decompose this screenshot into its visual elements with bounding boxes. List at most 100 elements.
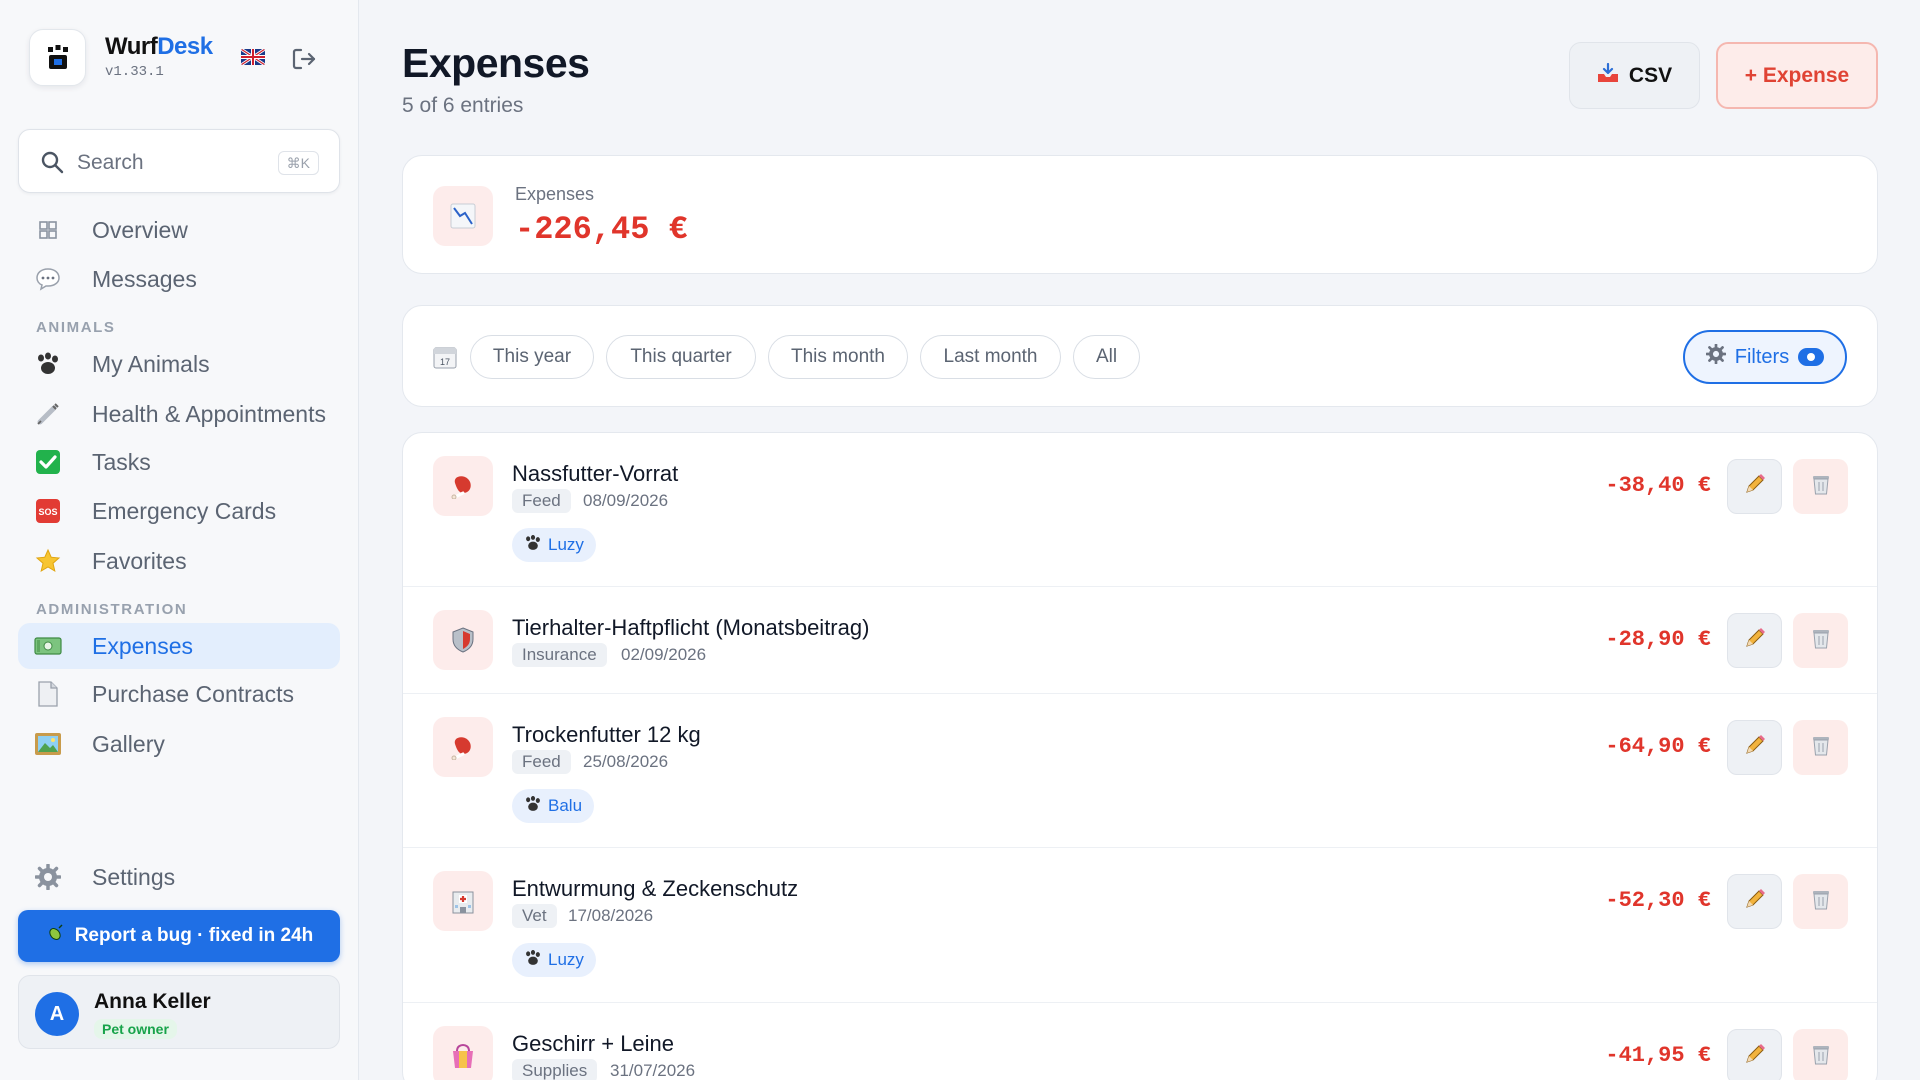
category-badge: Feed xyxy=(512,750,571,774)
expense-row[interactable]: Trockenfutter 12 kg Feed 25/08/2026 Balu… xyxy=(403,694,1877,848)
user-name: Anna Keller xyxy=(94,990,211,1013)
csv-export-button[interactable]: CSV xyxy=(1569,42,1700,109)
delete-button[interactable] xyxy=(1793,1029,1848,1080)
filters-toggle-button[interactable]: Filters xyxy=(1683,330,1847,384)
sidebar-item-tasks[interactable]: Tasks xyxy=(18,439,340,485)
pet-tag[interactable]: Balu xyxy=(512,789,595,823)
app-name: WurfDesk xyxy=(105,33,213,60)
expense-list: Nassfutter-Vorrat Feed 08/09/2026 Luzy -… xyxy=(402,432,1878,1080)
category-badge: Vet xyxy=(512,904,557,928)
grid-icon xyxy=(34,216,62,244)
pet-name: Luzy xyxy=(548,950,584,969)
pencil-icon xyxy=(1744,1043,1766,1070)
expense-date: 17/08/2026 xyxy=(568,906,654,925)
app-logo-icon[interactable] xyxy=(29,29,86,86)
trash-icon xyxy=(1811,888,1831,915)
summary-total: -226,45 € xyxy=(515,211,688,248)
trash-icon xyxy=(1811,627,1831,654)
category-badge: Feed xyxy=(512,489,571,513)
sidebar-item-label: Messages xyxy=(92,265,197,292)
expense-date: 25/08/2026 xyxy=(583,752,669,771)
section-label-animals: ANIMALS xyxy=(36,319,116,336)
edit-button[interactable] xyxy=(1727,720,1782,775)
edit-button[interactable] xyxy=(1727,459,1782,514)
chart-down-icon xyxy=(433,186,493,246)
expense-row[interactable]: Tierhalter-Haftpflicht (Monatsbeitrag) I… xyxy=(403,587,1877,694)
sidebar-item-gallery[interactable]: Gallery xyxy=(18,721,340,767)
picture-icon xyxy=(34,730,62,758)
sidebar-item-label: Overview xyxy=(92,216,188,243)
expense-row[interactable]: Entwurmung & Zeckenschutz Vet 17/08/2026… xyxy=(403,848,1877,1003)
uk-flag-icon[interactable] xyxy=(241,49,265,65)
shield-icon xyxy=(433,610,493,670)
expense-amount: -64,90 € xyxy=(1605,734,1711,759)
sidebar-item-contracts[interactable]: Purchase Contracts xyxy=(18,671,340,717)
filter-this-quarter[interactable]: This quarter xyxy=(606,335,756,379)
pencil-icon xyxy=(1744,888,1766,915)
edit-button[interactable] xyxy=(1727,1029,1782,1080)
shopping-bag-icon xyxy=(433,1026,493,1080)
filters-label: Filters xyxy=(1734,345,1790,368)
sidebar-item-label: Health & Appointments xyxy=(92,400,326,427)
category-badge: Insurance xyxy=(512,643,607,667)
sidebar-item-emergency[interactable]: SOS Emergency Cards xyxy=(18,488,340,534)
pet-name: Balu xyxy=(548,796,583,815)
filter-last-month[interactable]: Last month xyxy=(920,335,1061,379)
report-bug-label: Report a bug · fixed in 24h xyxy=(74,925,314,946)
calendar-icon: 17 xyxy=(433,345,457,369)
expense-row[interactable]: Nassfutter-Vorrat Feed 08/09/2026 Luzy -… xyxy=(403,433,1877,587)
delete-button[interactable] xyxy=(1793,874,1848,929)
logout-icon[interactable] xyxy=(290,45,318,73)
gear-icon xyxy=(34,863,62,891)
speech-bubble-icon xyxy=(34,265,62,293)
avatar: A xyxy=(35,992,79,1036)
pet-tag[interactable]: Luzy xyxy=(512,943,596,977)
app-version: v1.33.1 xyxy=(105,64,164,80)
filter-this-month[interactable]: This month xyxy=(768,335,908,379)
sidebar-item-label: Emergency Cards xyxy=(92,497,277,524)
expense-amount: -38,40 € xyxy=(1605,473,1711,498)
sidebar-item-settings[interactable]: Settings xyxy=(18,854,340,900)
summary-label: Expenses xyxy=(515,184,595,204)
paw-icon xyxy=(524,534,542,557)
sidebar-item-label: Gallery xyxy=(92,730,165,757)
edit-button[interactable] xyxy=(1727,874,1782,929)
svg-text:SOS: SOS xyxy=(38,507,57,517)
user-profile-card[interactable]: A Anna Keller Pet owner xyxy=(18,975,340,1049)
sidebar-item-health[interactable]: Health & Appointments xyxy=(18,391,340,437)
meat-icon xyxy=(433,456,493,516)
edit-button[interactable] xyxy=(1727,613,1782,668)
add-expense-button[interactable]: + Expense xyxy=(1716,42,1878,109)
page-title: Expenses xyxy=(402,40,590,86)
report-bug-button[interactable]: Report a bug · fixed in 24h xyxy=(18,910,340,962)
sidebar-item-label: My Animals xyxy=(92,350,210,377)
pet-tag[interactable]: Luzy xyxy=(512,528,596,562)
sidebar-item-favorites[interactable]: Favorites xyxy=(18,538,340,584)
filter-all[interactable]: All xyxy=(1073,335,1140,379)
sidebar-item-label: Expenses xyxy=(92,632,194,659)
sidebar-item-label: Favorites xyxy=(92,547,187,574)
category-badge: Supplies xyxy=(512,1059,598,1080)
filter-this-year[interactable]: This year xyxy=(470,335,594,379)
csv-label: CSV xyxy=(1628,63,1673,87)
sidebar-item-messages[interactable]: Messages xyxy=(18,256,340,302)
trash-icon xyxy=(1811,734,1831,761)
sidebar-item-label: Purchase Contracts xyxy=(92,680,294,707)
trash-icon xyxy=(1811,1043,1831,1070)
pencil-icon xyxy=(1744,473,1766,500)
search-input[interactable]: Search ⌘K xyxy=(18,129,340,193)
toggle-indicator-icon xyxy=(1798,348,1825,366)
sidebar-item-overview[interactable]: Overview xyxy=(18,207,340,253)
delete-button[interactable] xyxy=(1793,613,1848,668)
filter-bar: 17 This year This quarter This month Las… xyxy=(402,305,1878,407)
syringe-icon xyxy=(34,400,62,428)
sidebar: WurfDesk v1.33.1 Search ⌘K Overview Mess… xyxy=(0,0,359,1080)
sidebar-item-expenses[interactable]: Expenses xyxy=(18,623,340,669)
hospital-icon xyxy=(433,871,493,931)
delete-button[interactable] xyxy=(1793,720,1848,775)
expense-amount: -28,90 € xyxy=(1605,627,1711,652)
expense-row[interactable]: Geschirr + Leine Supplies 31/07/2026 -41… xyxy=(403,1003,1877,1080)
sidebar-item-my-animals[interactable]: My Animals xyxy=(18,341,340,387)
delete-button[interactable] xyxy=(1793,459,1848,514)
pencil-icon xyxy=(1744,734,1766,761)
